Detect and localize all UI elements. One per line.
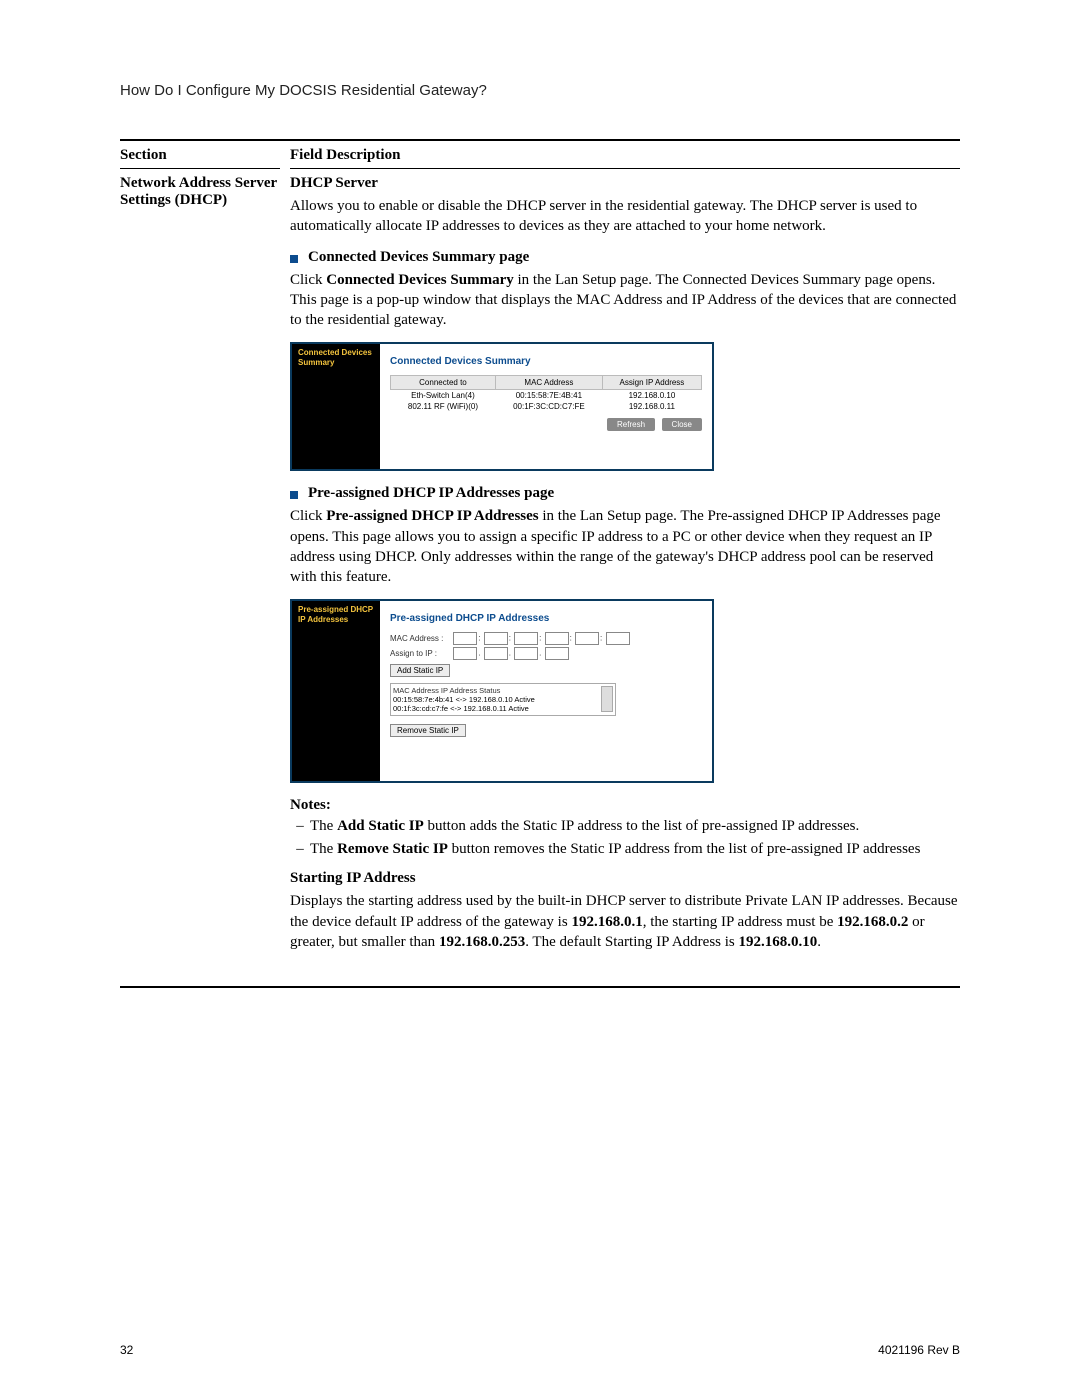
screenshot-title: Pre-assigned DHCP IP Addresses	[390, 613, 702, 624]
starting-ip-title: Starting IP Address	[290, 870, 960, 887]
section-name: Network Address Server Settings (DHCP)	[120, 175, 280, 209]
preassigned-screenshot: Pre-assigned DHCP IP Addresses Pre-assig…	[290, 599, 714, 783]
remove-static-ip-button[interactable]: Remove Static IP	[390, 724, 466, 737]
ip-input[interactable]	[545, 647, 569, 660]
add-static-ip-button[interactable]: Add Static IP	[390, 664, 450, 677]
mac-address-row: MAC Address : : : : : :	[390, 632, 702, 645]
page-header: How Do I Configure My DOCSIS Residential…	[120, 82, 960, 99]
screenshot-sidebar: Pre-assigned DHCP IP Addresses	[292, 601, 380, 781]
scrollbar[interactable]	[601, 686, 613, 712]
mac-input[interactable]	[514, 632, 538, 645]
connected-devices-screenshot: Connected Devices Summary Connected Devi…	[290, 342, 714, 471]
dhcp-server-title: DHCP Server	[290, 175, 960, 192]
bullet-icon	[290, 255, 298, 263]
refresh-button[interactable]: Refresh	[607, 418, 655, 431]
screenshot-sidebar: Connected Devices Summary	[292, 344, 380, 469]
ip-input[interactable]	[453, 647, 477, 660]
mac-input[interactable]	[575, 632, 599, 645]
mac-input[interactable]	[453, 632, 477, 645]
connected-devices-bullet: Connected Devices Summary page	[308, 249, 529, 266]
mac-input[interactable]	[484, 632, 508, 645]
preassigned-bullet: Pre-assigned DHCP IP Addresses page	[308, 485, 554, 502]
col-header-section: Section	[120, 147, 280, 169]
ip-input[interactable]	[514, 647, 538, 660]
screenshot-title: Connected Devices Summary	[390, 356, 702, 367]
col-header-field: Field Description	[290, 147, 960, 169]
table-row: Eth-Switch Lan(4) 00:15:58:7E:4B:41 192.…	[391, 390, 702, 402]
dhcp-server-desc: Allows you to enable or disable the DHCP…	[290, 196, 960, 237]
field-description-table: Section Network Address Server Settings …	[120, 139, 960, 988]
assignment-list: MAC Address IP Address Status 00:15:58:7…	[390, 683, 616, 716]
doc-id: 4021196 Rev B	[878, 1343, 960, 1357]
connected-devices-desc: Click Connected Devices Summary in the L…	[290, 270, 960, 331]
preassigned-desc: Click Pre-assigned DHCP IP Addresses in …	[290, 506, 960, 587]
page-number: 32	[120, 1343, 133, 1357]
notes-list: – The Add Static IP button adds the Stat…	[290, 818, 960, 858]
list-item: 00:1f:3c:cd:c7:fe <-> 192.168.0.11 Activ…	[393, 704, 613, 713]
table-row: 802.11 RF (WiFi)(0) 00:1F:3C:CD:C7:FE 19…	[391, 401, 702, 412]
mac-input[interactable]	[606, 632, 630, 645]
notes-label: Notes:	[290, 797, 960, 814]
starting-ip-desc: Displays the starting address used by th…	[290, 891, 960, 952]
list-item: 00:15:58:7e:4b:41 <-> 192.168.0.10 Activ…	[393, 695, 613, 704]
bullet-icon	[290, 491, 298, 499]
ip-input[interactable]	[484, 647, 508, 660]
connected-devices-table: Connected to MAC Address Assign IP Addre…	[390, 375, 702, 412]
mac-input[interactable]	[545, 632, 569, 645]
assign-ip-row: Assign to IP : . . .	[390, 647, 702, 660]
close-button[interactable]: Close	[662, 418, 702, 431]
